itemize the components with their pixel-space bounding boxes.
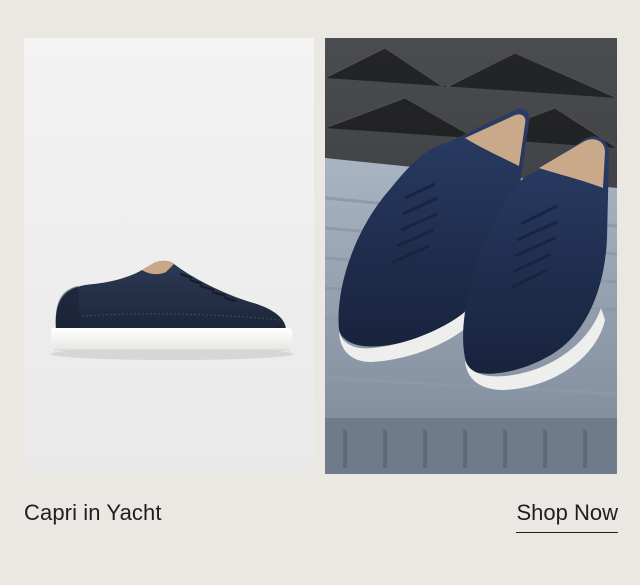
sneaker-side-illustration xyxy=(50,260,294,360)
sneakers-on-suitcase-illustration xyxy=(325,38,617,474)
shop-now-link[interactable]: Shop Now xyxy=(516,500,618,533)
product-name: Capri in Yacht xyxy=(24,500,162,525)
product-image-side-view[interactable] xyxy=(24,38,314,474)
product-card: Capri in Yacht Shop Now xyxy=(0,0,640,585)
lifestyle-image[interactable] xyxy=(325,38,617,474)
